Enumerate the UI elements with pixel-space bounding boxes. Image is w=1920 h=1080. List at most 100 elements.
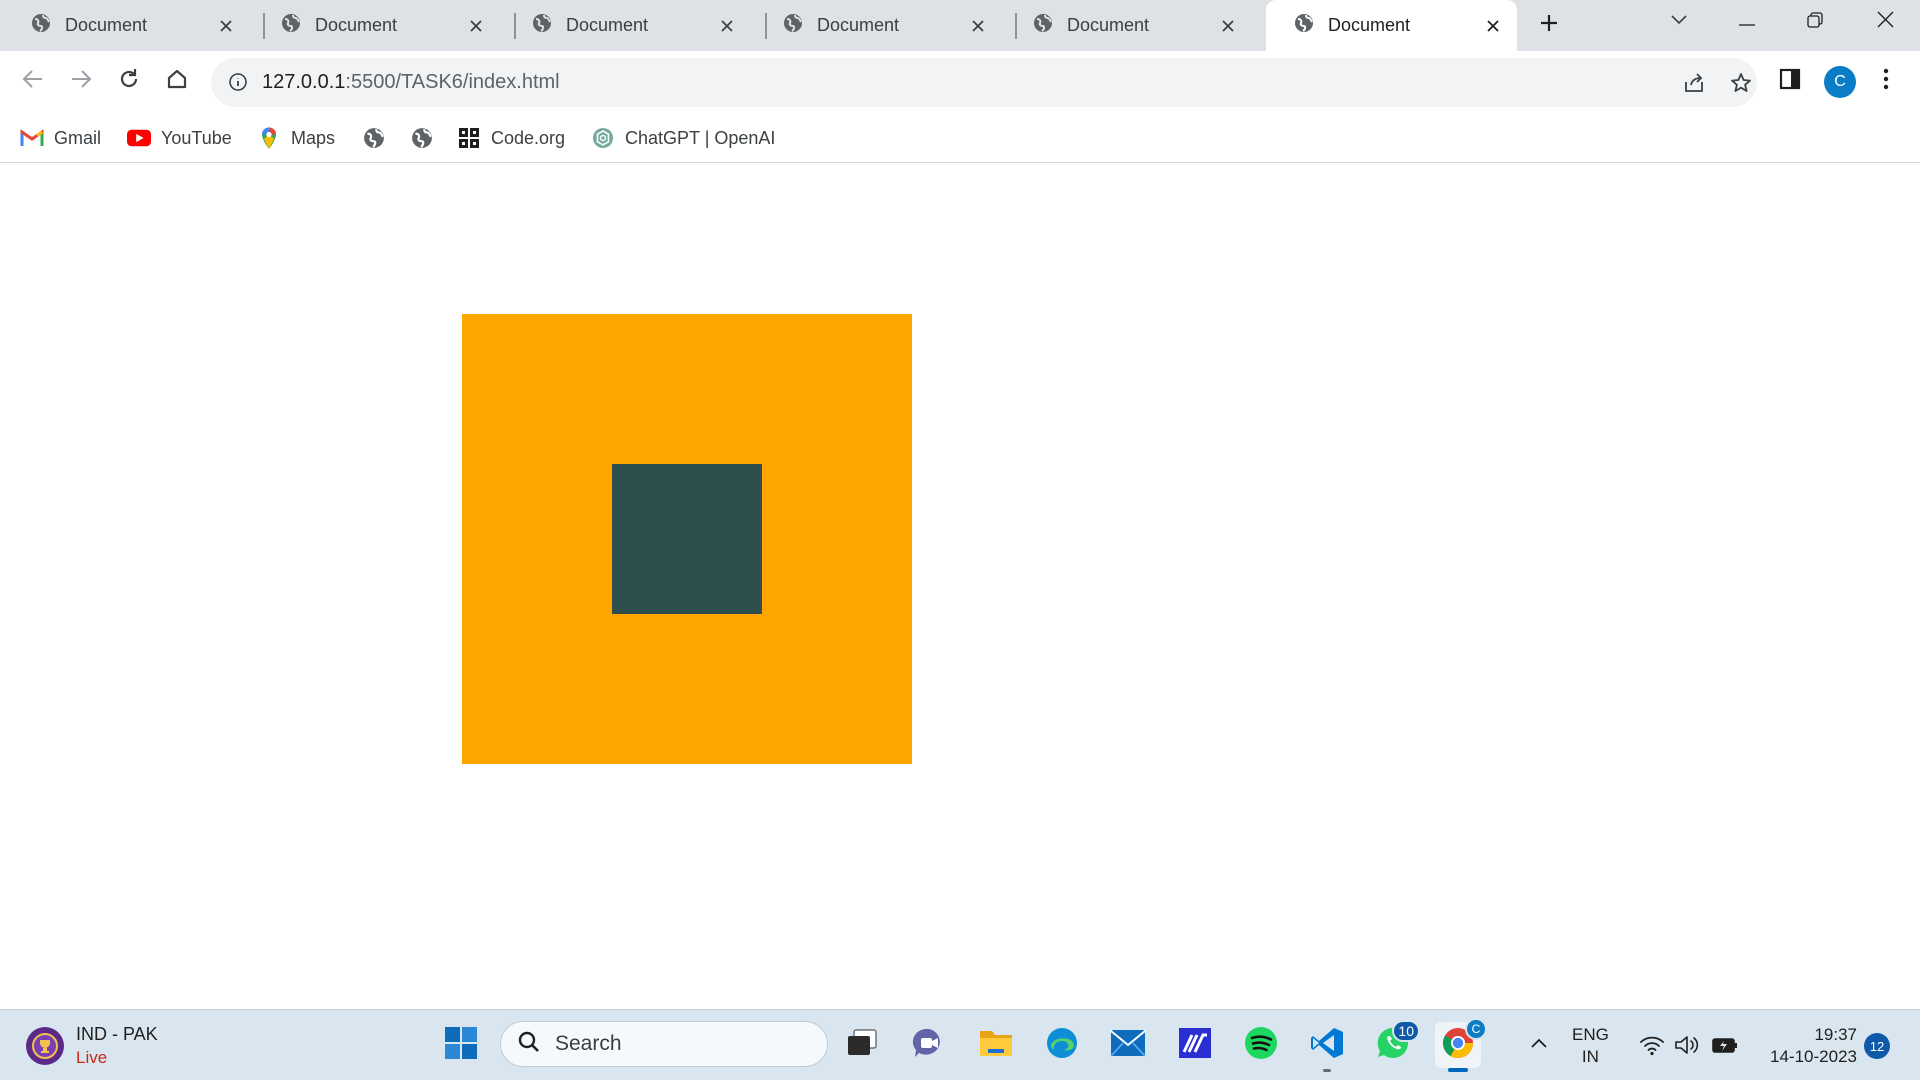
clock-date: 14-10-2023 bbox=[1770, 1047, 1857, 1066]
clock-time: 19:37 bbox=[1814, 1025, 1857, 1044]
maps-icon bbox=[257, 126, 281, 150]
tab-2[interactable]: Document bbox=[250, 0, 500, 51]
mail-icon bbox=[1110, 1029, 1146, 1062]
globe-icon bbox=[532, 13, 552, 38]
share-icon[interactable] bbox=[1676, 65, 1712, 101]
home-button[interactable] bbox=[157, 61, 197, 101]
forward-icon bbox=[70, 69, 92, 94]
windows-taskbar: IND - PAK Live Search 10 C ENG IN 19:37 … bbox=[0, 1009, 1920, 1080]
reload-button[interactable] bbox=[109, 61, 149, 101]
tab-title: Document bbox=[1328, 15, 1411, 35]
back-icon bbox=[22, 69, 44, 94]
search-icon bbox=[517, 1030, 541, 1059]
url-host: 127.0.0.1 bbox=[262, 71, 346, 93]
teams-chat-icon bbox=[912, 1027, 946, 1064]
url-path: :5500/TASK6/index.html bbox=[345, 71, 560, 93]
chatgpt-icon bbox=[591, 126, 615, 150]
side-panel-icon bbox=[1779, 68, 1801, 95]
close-icon[interactable] bbox=[210, 10, 242, 42]
battery-charging-icon[interactable] bbox=[1710, 1030, 1740, 1060]
bookmark-maps[interactable]: Maps bbox=[257, 123, 335, 153]
reload-icon bbox=[118, 68, 140, 95]
running-indicator bbox=[1448, 1068, 1468, 1072]
bookmark-gmail[interactable]: Gmail bbox=[20, 123, 101, 153]
tab-4[interactable]: Document bbox=[752, 0, 1002, 51]
app-icon bbox=[1178, 1027, 1212, 1064]
teams-chat-button[interactable] bbox=[906, 1022, 952, 1068]
close-icon[interactable] bbox=[962, 10, 994, 42]
search-placeholder: Search bbox=[555, 1032, 622, 1055]
chevron-down-icon bbox=[1670, 13, 1688, 31]
chevron-up-icon bbox=[1530, 1036, 1548, 1054]
menu-button[interactable] bbox=[1866, 61, 1906, 101]
system-clock[interactable]: 19:37 14-10-2023 bbox=[1752, 1024, 1857, 1068]
url-text[interactable]: 127.0.0.1:5500/TASK6/index.html bbox=[262, 71, 560, 94]
spotify-button[interactable] bbox=[1238, 1022, 1284, 1068]
minimize-button[interactable] bbox=[1719, 0, 1775, 44]
bookmark-globe-2[interactable] bbox=[410, 123, 444, 153]
youtube-icon bbox=[127, 126, 151, 150]
bookmark-code-org[interactable]: Code.org bbox=[457, 123, 565, 153]
volume-icon[interactable] bbox=[1673, 1030, 1703, 1060]
info-icon[interactable] bbox=[223, 67, 253, 97]
whatsapp-button[interactable]: 10 bbox=[1370, 1020, 1420, 1068]
tab-title: Document bbox=[1067, 15, 1150, 35]
new-tab-button[interactable] bbox=[1530, 6, 1568, 44]
language-line-2: IN bbox=[1581, 1047, 1599, 1066]
chrome-button[interactable]: C bbox=[1435, 1018, 1487, 1072]
code-org-icon bbox=[457, 126, 481, 150]
tab-3[interactable]: Document bbox=[501, 0, 751, 51]
edge-button[interactable] bbox=[1039, 1022, 1085, 1068]
address-bar[interactable]: 127.0.0.1:5500/TASK6/index.html bbox=[211, 58, 1757, 107]
taskbar-search[interactable]: Search bbox=[500, 1021, 828, 1067]
vscode-icon bbox=[1310, 1026, 1344, 1065]
inner-slate-box bbox=[612, 464, 762, 614]
task-view-icon bbox=[846, 1028, 878, 1062]
globe-icon bbox=[1294, 13, 1314, 38]
close-icon[interactable] bbox=[460, 10, 492, 42]
tab-5[interactable]: Document bbox=[1002, 0, 1252, 51]
profile-avatar[interactable]: C bbox=[1824, 66, 1856, 98]
mail-button[interactable] bbox=[1105, 1022, 1151, 1068]
globe-icon bbox=[31, 13, 51, 38]
language-indicator[interactable]: ENG IN bbox=[1572, 1024, 1609, 1068]
tab-title: Document bbox=[566, 15, 649, 35]
widget-subtitle: Live bbox=[76, 1048, 108, 1067]
restore-button[interactable] bbox=[1787, 0, 1843, 44]
globe-icon bbox=[281, 13, 301, 38]
file-explorer-button[interactable] bbox=[973, 1022, 1019, 1068]
language-line-1: ENG bbox=[1572, 1025, 1609, 1044]
windows-start-icon bbox=[444, 1026, 478, 1065]
tab-6-active[interactable]: Document bbox=[1266, 0, 1517, 51]
bookmark-chatgpt[interactable]: ChatGPT | OpenAI bbox=[591, 123, 775, 153]
forward-button[interactable] bbox=[61, 61, 101, 101]
start-button[interactable] bbox=[438, 1022, 484, 1068]
bookmark-label: ChatGPT | OpenAI bbox=[625, 127, 776, 148]
plus-icon bbox=[1539, 13, 1559, 38]
globe-icon bbox=[783, 13, 803, 38]
app-button[interactable] bbox=[1172, 1022, 1218, 1068]
bookmark-youtube[interactable]: YouTube bbox=[127, 123, 232, 153]
task-view-button[interactable] bbox=[839, 1022, 885, 1068]
close-icon[interactable] bbox=[1212, 10, 1244, 42]
close-icon[interactable] bbox=[711, 10, 743, 42]
wifi-icon[interactable] bbox=[1637, 1030, 1667, 1060]
star-icon[interactable] bbox=[1723, 65, 1759, 101]
vscode-button[interactable] bbox=[1304, 1022, 1350, 1072]
tab-title: Document bbox=[315, 15, 398, 35]
whatsapp-badge: 10 bbox=[1392, 1020, 1420, 1042]
tab-1[interactable]: Document bbox=[0, 0, 250, 51]
show-hidden-icons-button[interactable] bbox=[1524, 1030, 1554, 1060]
widgets-button[interactable]: IND - PAK Live bbox=[26, 1021, 158, 1071]
side-panel-button[interactable] bbox=[1770, 61, 1810, 101]
browser-toolbar: 127.0.0.1:5500/TASK6/index.html C bbox=[0, 51, 1920, 114]
tab-strip: Document Document Document Document Docu… bbox=[0, 0, 1920, 51]
bookmark-globe-1[interactable] bbox=[362, 123, 396, 153]
close-icon[interactable] bbox=[1477, 10, 1509, 42]
spotify-icon bbox=[1244, 1026, 1278, 1065]
tab-search-button[interactable] bbox=[1651, 0, 1707, 44]
back-button[interactable] bbox=[13, 61, 53, 101]
notification-center-badge[interactable]: 12 bbox=[1864, 1033, 1890, 1059]
window-close-button[interactable] bbox=[1857, 0, 1913, 44]
tab-title: Document bbox=[65, 15, 148, 35]
